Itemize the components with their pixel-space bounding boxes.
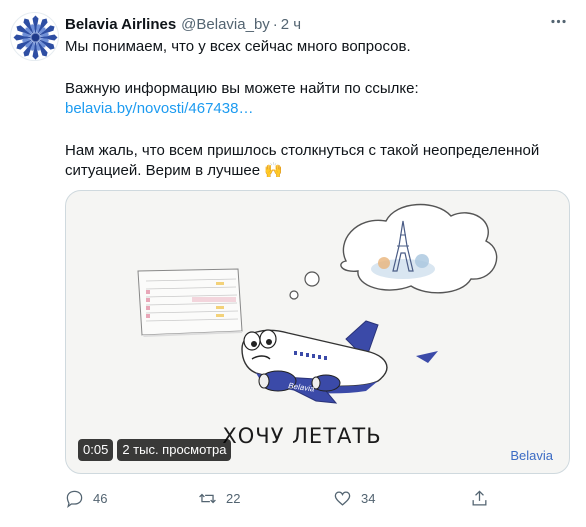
- video-caption: ХОЧУ ЛЕТАТЬ: [222, 424, 381, 448]
- like-count: 34: [361, 490, 376, 506]
- video-player[interactable]: Belavia ХОЧУ ЛЕТАТЬ Belavia 0:05 2 тыс. …: [65, 190, 570, 474]
- tweet-text-line: Важную информацию вы можете найти по ссы…: [65, 80, 419, 97]
- tweet-text-line: Мы понимаем, что у всех сейчас много воп…: [65, 38, 411, 55]
- share-icon: [472, 489, 487, 505]
- retweet-count: 22: [226, 490, 241, 506]
- heart-icon: [334, 491, 351, 506]
- retweet-button[interactable]: 22: [198, 486, 240, 510]
- share-button[interactable]: [470, 486, 489, 510]
- reply-count: 46: [93, 490, 108, 506]
- author-name[interactable]: Belavia Airlines: [65, 16, 176, 33]
- tweet-text: Мы понимаем, что у всех сейчас много воп…: [65, 37, 570, 181]
- brand-watermark: Belavia: [510, 448, 553, 463]
- retweet-icon: [199, 493, 216, 503]
- tweet-text-line: ситуацией. Верим в лучшее: [65, 162, 261, 179]
- reply-button[interactable]: 46: [65, 486, 107, 510]
- tweet-actions: 46 22 34: [65, 486, 570, 510]
- tweet-timestamp[interactable]: 2 ч: [281, 16, 301, 33]
- raising-hands-emoji: 🙌: [264, 162, 283, 179]
- video-meta: 0:05 2 тыс. просмотра: [78, 439, 232, 461]
- news-link[interactable]: belavia.by/novosti/467438…: [65, 100, 253, 117]
- video-duration: 0:05: [78, 439, 114, 461]
- tweet-header: Belavia Airlines @Belavia_by · 2 ч: [65, 13, 301, 35]
- video-frame: Belavia ХОЧУ ЛЕТАТЬ Belavia: [137, 203, 554, 463]
- reply-icon: [66, 490, 83, 508]
- separator-dot: ·: [272, 15, 278, 33]
- avatar[interactable]: [10, 12, 59, 61]
- video-views: 2 тыс. просмотра: [117, 439, 232, 461]
- tweet[interactable]: Belavia Airlines @Belavia_by · 2 ч Мы по…: [0, 0, 586, 527]
- more-icon: [550, 19, 566, 23]
- tweet-text-line: Нам жаль, что всем пришлось столкнуться …: [65, 142, 540, 159]
- like-button[interactable]: 34: [333, 486, 375, 510]
- airplane-illustration: Belavia: [241, 320, 438, 404]
- cornflower-logo-icon: [13, 15, 58, 60]
- more-options-button[interactable]: [545, 10, 571, 32]
- thought-bubble: [289, 203, 498, 300]
- departure-board: [137, 268, 243, 337]
- author-handle[interactable]: @Belavia_by: [181, 16, 270, 33]
